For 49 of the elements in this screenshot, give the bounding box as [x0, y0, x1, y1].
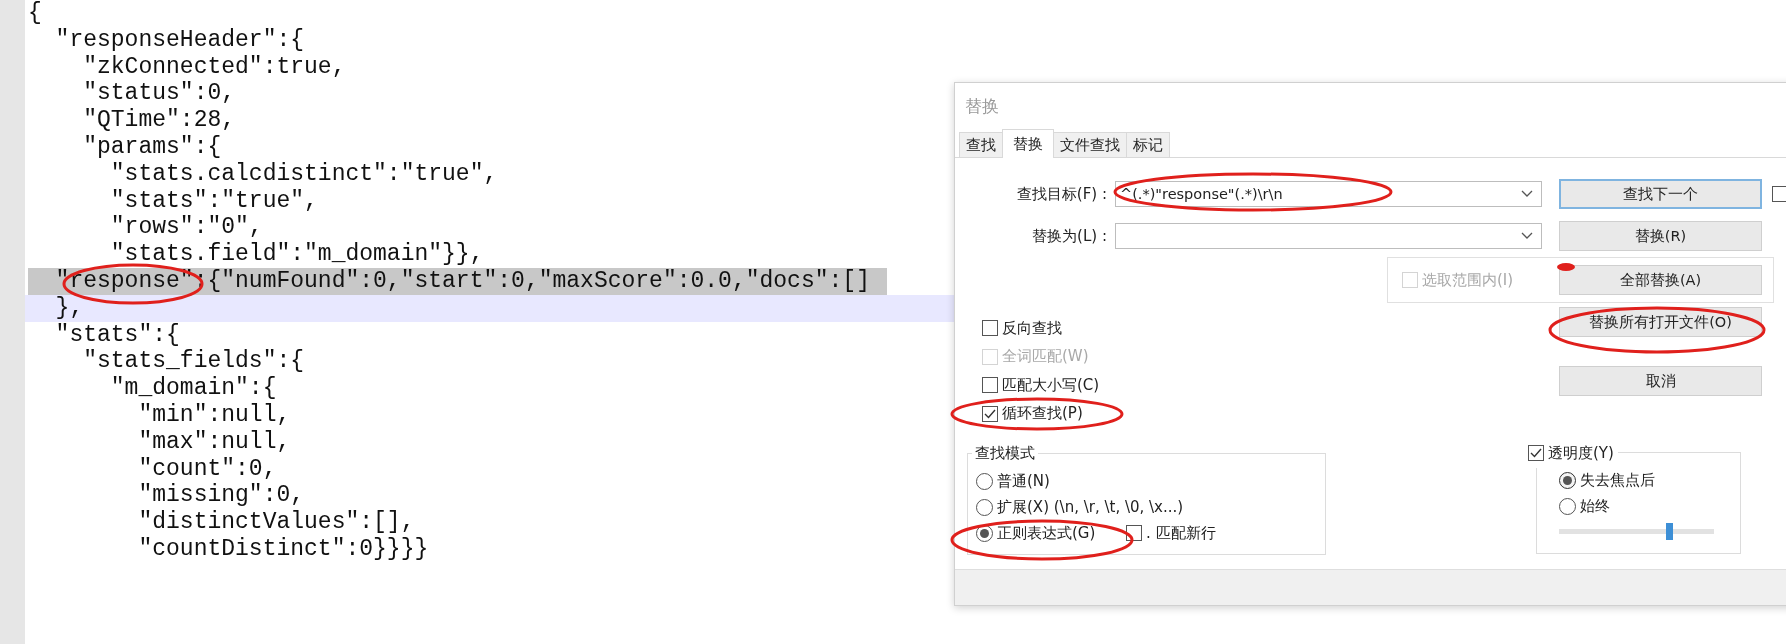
- transparency-radio[interactable]: 始终: [1559, 493, 1740, 519]
- chevron-down-icon: [1521, 232, 1533, 240]
- code-line: "distinctValues":[],: [137, 509, 415, 536]
- code-line: "stats.calcdistinct":"true",: [109, 160, 498, 188]
- dialog-title: 替换: [965, 94, 999, 118]
- dot-newline-checkbox[interactable]: . 匹配新行: [1126, 520, 1216, 546]
- replace-label: 替换为(L) :: [1031, 226, 1107, 246]
- option-checkbox[interactable]: 循环查找(P): [982, 399, 1536, 428]
- code-line: },: [54, 294, 84, 322]
- mode-radio[interactable]: 扩展(X) (\n, \r, \t, \0, \x...): [976, 494, 1325, 520]
- checkbox[interactable]: [1772, 186, 1786, 202]
- find-label: 查找目标(F) :: [1015, 184, 1107, 204]
- slider-thumb[interactable]: [1666, 523, 1674, 540]
- code-line: "missing":0,: [137, 482, 305, 510]
- code-line: "countDistinct":0}}}}: [137, 535, 429, 563]
- annotation-ellipse: [1557, 263, 1575, 271]
- cancel-button[interactable]: 取消: [1559, 366, 1762, 396]
- code-line: "stats":"true",: [109, 187, 318, 215]
- code-line: "rows":"0",: [109, 214, 263, 242]
- option-checkbox[interactable]: 反向查找: [982, 314, 1536, 343]
- find-combo[interactable]: ^(.*)"response"(.*)\r\n: [1115, 181, 1542, 207]
- option-checkbox[interactable]: 匹配大小写(C): [982, 371, 1536, 400]
- check-icon: [984, 408, 996, 419]
- check-icon: [1530, 448, 1542, 459]
- find-next-button[interactable]: 查找下一个: [1559, 179, 1762, 209]
- code-line: "QTime":28,: [82, 107, 236, 134]
- replace-button[interactable]: 替换(R): [1559, 221, 1762, 251]
- code-line: "responseHeader":{: [54, 26, 305, 54]
- code-line: "params":{: [82, 134, 222, 161]
- chevron-down-icon: [1521, 190, 1533, 198]
- code-line: "count":0,: [137, 455, 277, 483]
- transparency-radio[interactable]: 失去焦点后: [1559, 467, 1740, 493]
- code-line: "stats":{: [54, 321, 180, 349]
- code-line: "stats_fields":{: [82, 348, 305, 376]
- code-line: "max":null,: [137, 428, 291, 456]
- replace-combo[interactable]: [1115, 223, 1542, 249]
- code-line: {: [28, 0, 42, 27]
- dialog-tab[interactable]: 查找: [959, 132, 1003, 157]
- dialog-tab[interactable]: 替换: [1002, 129, 1054, 158]
- group-title: 查找模式: [972, 444, 1038, 463]
- replace-all-button[interactable]: 全部替换(A): [1559, 265, 1762, 295]
- code-line: "m_domain":{: [109, 375, 277, 402]
- dialog-tab[interactable]: 文件查找: [1053, 132, 1127, 157]
- code-line: "zkConnected":true,: [82, 53, 346, 81]
- code-line: "stats.field":"m_domain"}},: [109, 241, 484, 268]
- mode-radio[interactable]: 普通(N): [976, 468, 1325, 494]
- code-line: "status":0,: [82, 80, 236, 108]
- code-line: "min":null,: [137, 401, 291, 429]
- dialog-tab[interactable]: 标记: [1126, 132, 1170, 157]
